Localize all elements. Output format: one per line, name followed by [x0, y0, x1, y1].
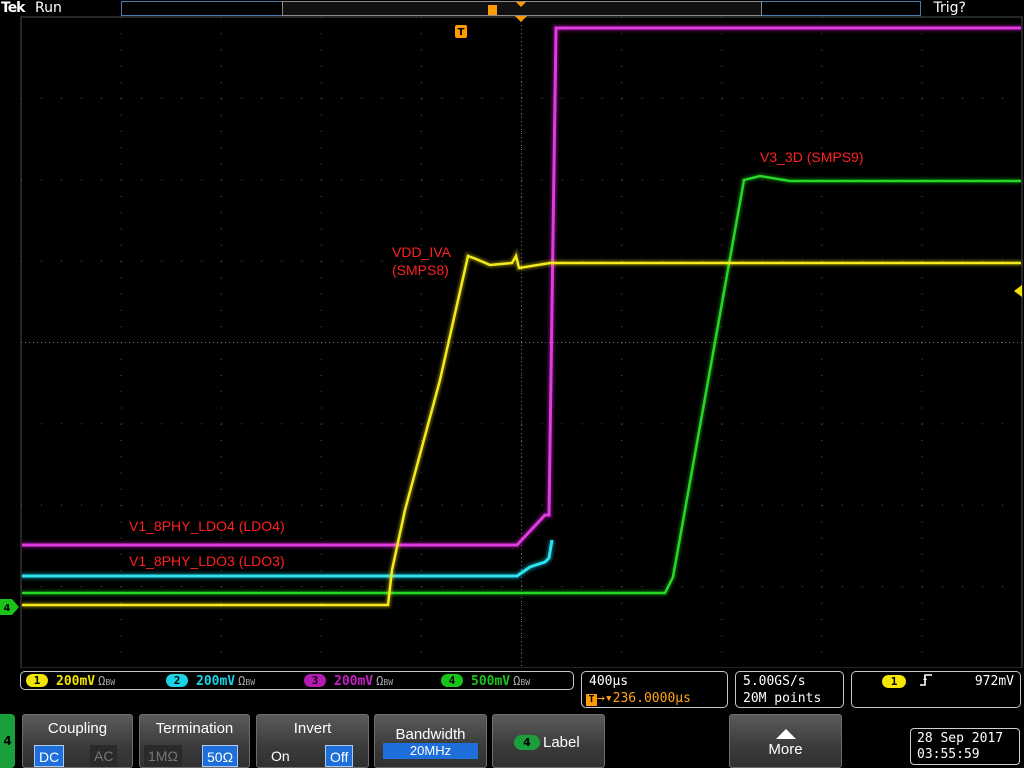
trigger-level: 972mV — [974, 674, 1014, 689]
invert-off-option[interactable]: Off — [325, 745, 354, 767]
trigger-level-marker[interactable] — [1014, 285, 1022, 297]
sample-rate: 5.00GS/s — [743, 674, 806, 689]
coupling-title: Coupling — [47, 720, 108, 737]
trace-label-vdd-iva: VDD_IVA — [392, 244, 451, 260]
coupling-ac-option[interactable]: AC — [90, 745, 118, 767]
label-button[interactable]: 4 Label — [492, 714, 605, 768]
termination-title: Termination — [155, 720, 234, 737]
channel-1-scale: 200mV — [56, 674, 96, 689]
channel-2-readout[interactable]: 2 200mV ΩBW — [166, 674, 255, 689]
more-button[interactable]: More — [729, 714, 842, 768]
channel-1-readout[interactable]: 1 200mV ΩBW — [26, 674, 115, 689]
channel-3-readout[interactable]: 3 200mV ΩBW — [304, 674, 393, 689]
bandwidth-button[interactable]: Bandwidth 20MHz — [374, 714, 487, 768]
trigger-t-icon: T — [586, 694, 597, 706]
termination-50ohm-option[interactable]: 50Ω — [202, 745, 239, 767]
menu-channel-tab[interactable]: 4 — [0, 714, 15, 768]
channel-readouts: 1 200mV ΩBW 2 200mV ΩBW 3 200mV ΩBW 4 500mV ΩBW — [20, 671, 574, 690]
invert-on-option[interactable]: On — [267, 745, 294, 767]
termination-1mohm-option[interactable]: 1MΩ — [144, 745, 182, 767]
termination-button[interactable]: Termination 1MΩ 50Ω — [139, 714, 250, 768]
channel-4-scale: 500mV — [471, 674, 511, 689]
label-title: Label — [543, 734, 580, 751]
trigger-readout[interactable]: 1 972mV — [851, 671, 1021, 708]
trace-label-v3-3d: V3_3D (SMPS9) — [760, 149, 864, 165]
channel-3-bandwidth-limit: BW — [383, 678, 394, 687]
trace-label-v1-8phy-ldo4: V1_8PHY_LDO4 (LDO4) — [129, 518, 285, 534]
center-delay-marker — [515, 16, 527, 22]
trigger-position-marker[interactable]: T — [455, 25, 467, 38]
channel-2-scale: 200mV — [196, 674, 236, 689]
channel-4-bandwidth-limit: BW — [520, 678, 531, 687]
channel-1-badge: 1 — [26, 674, 48, 687]
bandwidth-title: Bandwidth — [395, 726, 466, 743]
channel-2-badge: 2 — [166, 674, 188, 687]
date-time-display[interactable]: 28 Sep 2017 03:55:59 — [910, 728, 1020, 765]
date: 28 Sep 2017 — [917, 731, 1004, 746]
horizontal-delay-value: 236.0000µs — [612, 691, 691, 706]
trace-label-v1-8phy-ldo3: V1_8PHY_LDO3 (LDO3) — [129, 553, 285, 569]
rising-edge-icon — [920, 673, 932, 691]
trace-label-vdd-iva-source: (SMPS8) — [392, 262, 449, 278]
label-channel-badge: 4 — [514, 735, 540, 750]
invert-button[interactable]: Invert On Off — [256, 714, 369, 768]
more-title: More — [768, 741, 803, 758]
coupling-dc-option[interactable]: DC — [34, 745, 65, 767]
up-arrow-icon — [775, 729, 796, 739]
coupling-button[interactable]: Coupling DC AC — [22, 714, 133, 768]
horizontal-scale: 400µs — [589, 674, 629, 689]
time: 03:55:59 — [917, 747, 980, 762]
record-trigger-marker — [488, 2, 526, 15]
channel-1-bandwidth-limit: BW — [105, 678, 116, 687]
channel-4-readout[interactable]: 4 500mV ΩBW — [441, 674, 530, 689]
channel-3-scale: 200mV — [334, 674, 374, 689]
bandwidth-value: 20MHz — [383, 743, 478, 759]
readout-bar: 1 200mV ΩBW 2 200mV ΩBW 3 200mV ΩBW 4 500mV ΩBW … — [0, 668, 1024, 710]
invert-title: Invert — [293, 720, 332, 737]
trigger-source-badge: 1 — [882, 675, 906, 688]
horizontal-readout[interactable]: 400µs T →▾236.0000µs — [581, 671, 728, 708]
channel-menu: 4 Coupling DC AC Termination 1MΩ 50Ω Inv… — [0, 712, 1024, 768]
channel-4-badge: 4 — [441, 674, 463, 687]
channel-3-badge: 3 — [304, 674, 326, 687]
svg-text:T: T — [458, 27, 465, 38]
channel-2-bandwidth-limit: BW — [245, 678, 256, 687]
horizontal-delay: T →▾236.0000µs — [586, 691, 691, 706]
svg-text:4: 4 — [4, 603, 11, 614]
acquisition-readout[interactable]: 5.00GS/s 20M points — [735, 671, 844, 708]
record-length: 20M points — [743, 691, 822, 706]
channel-4-ground-marker[interactable]: 4 — [0, 599, 19, 615]
